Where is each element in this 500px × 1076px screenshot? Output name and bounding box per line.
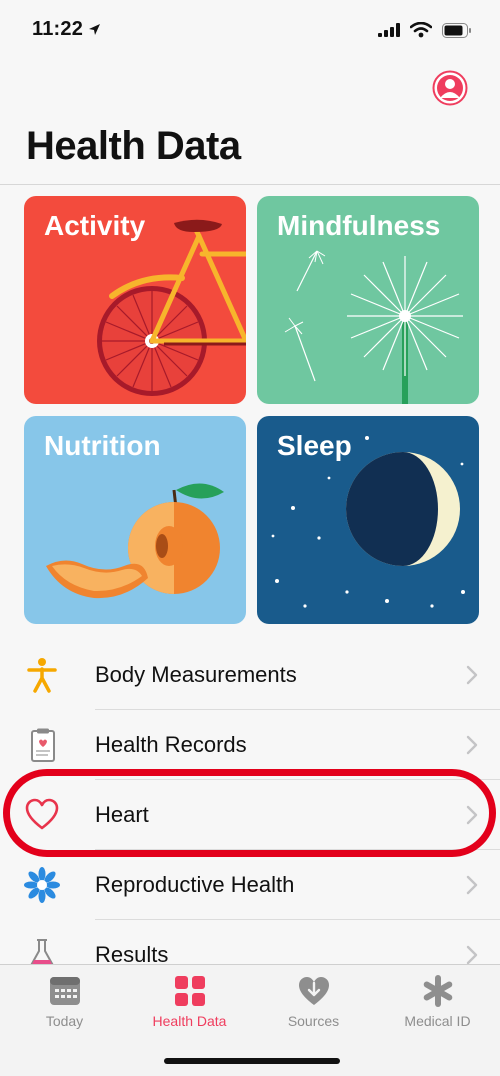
sleep-tile-label: Sleep bbox=[277, 430, 352, 461]
list-item-label: Health Records bbox=[95, 732, 247, 757]
chevron-right-icon bbox=[466, 945, 478, 965]
tab-label: Health Data bbox=[152, 1013, 227, 1029]
home-indicator[interactable] bbox=[164, 1058, 340, 1064]
activity-tile-label: Activity bbox=[44, 210, 146, 241]
figure-icon bbox=[27, 658, 57, 693]
wifi-icon bbox=[410, 22, 432, 38]
tab-label: Sources bbox=[287, 1013, 340, 1029]
chevron-right-icon bbox=[466, 735, 478, 755]
list-item-label: Body Measurements bbox=[95, 662, 297, 687]
tab-sources[interactable]: Sources bbox=[251, 975, 376, 1045]
category-tiles: Activity Mindfulness Nutrition Sleep bbox=[24, 196, 479, 624]
clipboard-icon bbox=[31, 728, 55, 762]
profile-avatar-button[interactable] bbox=[432, 70, 468, 106]
sleep-tile[interactable]: Sleep bbox=[257, 416, 479, 624]
status-bar: 11:22 bbox=[0, 0, 500, 62]
asterisk-icon bbox=[423, 975, 452, 1007]
activity-tile[interactable]: Activity bbox=[24, 196, 246, 404]
tab-health-data[interactable]: Health Data bbox=[127, 975, 252, 1045]
list-item-body-measurements[interactable]: Body Measurements bbox=[0, 640, 500, 710]
status-time: 11:22 bbox=[32, 18, 84, 40]
tab-label: Today bbox=[45, 1013, 84, 1029]
list-item-label: Reproductive Health bbox=[95, 872, 295, 897]
list-item-reproductive-health[interactable]: Reproductive Health bbox=[0, 850, 500, 920]
battery-icon bbox=[442, 22, 471, 38]
page-title: Health Data bbox=[26, 124, 241, 168]
chevron-right-icon bbox=[466, 665, 478, 685]
nutrition-tile-label: Nutrition bbox=[44, 430, 161, 461]
grid-icon bbox=[174, 976, 205, 1006]
download-heart-icon bbox=[298, 977, 329, 1005]
nutrition-tile[interactable]: Nutrition bbox=[24, 416, 246, 624]
chevron-right-icon bbox=[466, 875, 478, 895]
tab-label: Medical ID bbox=[404, 1013, 471, 1029]
tab-today[interactable]: Today bbox=[2, 975, 127, 1045]
title-divider bbox=[0, 184, 500, 185]
mindfulness-tile-label: Mindfulness bbox=[277, 210, 441, 241]
flower-icon bbox=[24, 867, 60, 903]
location-arrow-icon bbox=[89, 24, 100, 35]
cellular-signal-icon bbox=[378, 23, 400, 37]
tab-medical-id[interactable]: Medical ID bbox=[375, 975, 500, 1045]
calendar-icon bbox=[49, 977, 80, 1005]
highlight-ring bbox=[3, 769, 496, 857]
mindfulness-tile[interactable]: Mindfulness bbox=[257, 196, 479, 404]
